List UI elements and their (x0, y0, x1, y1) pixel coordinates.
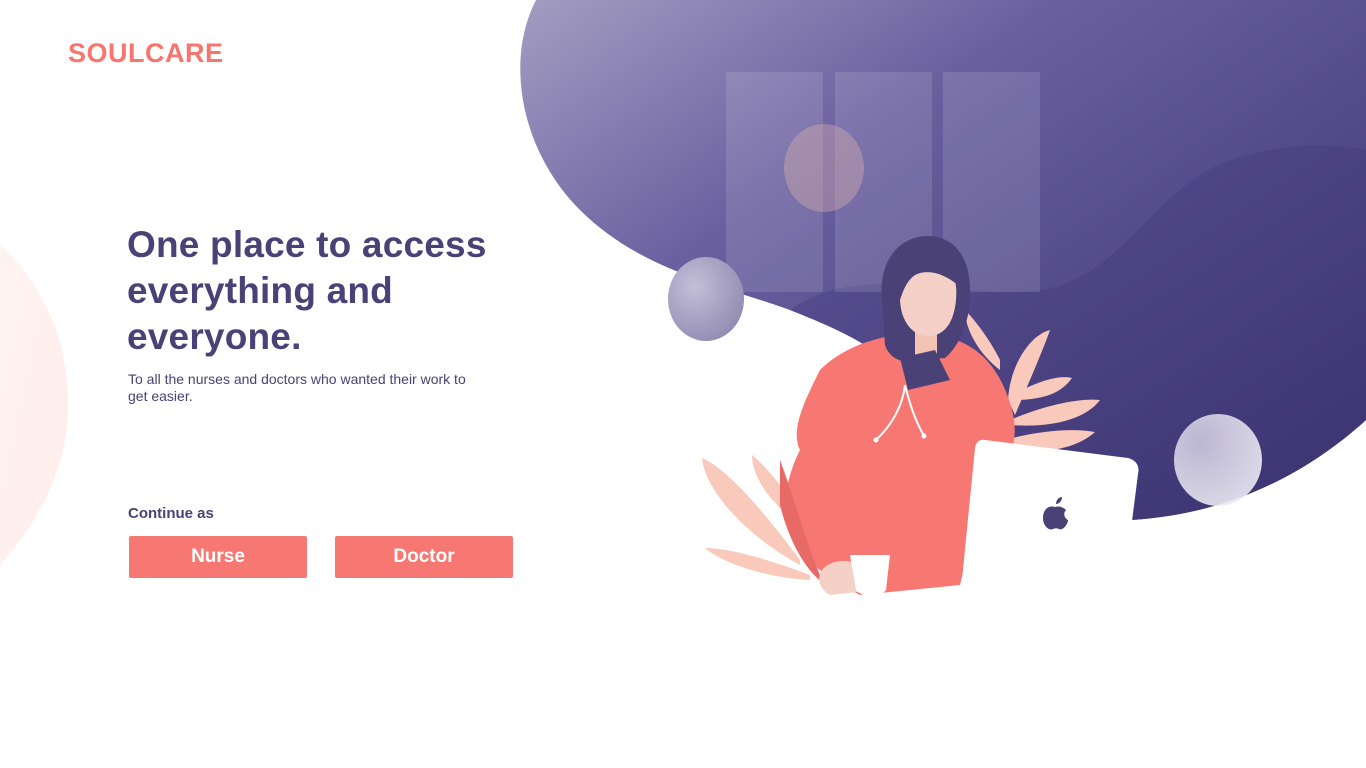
hero-illustration (520, 0, 1366, 600)
bubble-right (1174, 414, 1262, 506)
lamp-shape (784, 124, 864, 212)
coffee-cup (850, 555, 890, 596)
bubble-left (668, 257, 744, 341)
